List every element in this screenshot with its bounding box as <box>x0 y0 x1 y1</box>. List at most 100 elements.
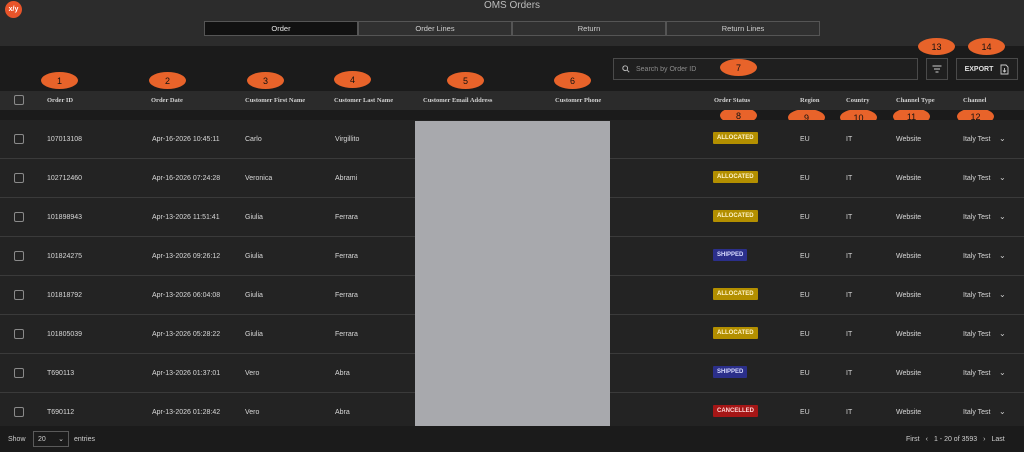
column-header-last-name[interactable]: Customer Last Name <box>334 97 393 104</box>
cell-channel: Italy Test <box>963 331 991 338</box>
last-page-link[interactable]: Last <box>992 436 1005 443</box>
download-icon <box>1000 64 1009 74</box>
row-checkbox[interactable] <box>14 251 24 261</box>
cell-last-name: Ferrara <box>335 292 358 299</box>
chevron-down-icon[interactable]: ⌄ <box>999 212 1006 221</box>
annotation-marker: 5 <box>447 72 484 89</box>
chevron-down-icon[interactable]: ⌄ <box>999 173 1006 182</box>
row-checkbox[interactable] <box>14 329 24 339</box>
row-checkbox[interactable] <box>14 407 24 417</box>
column-header-email[interactable]: Customer Email Address <box>423 97 492 104</box>
cell-order-id: 101824275 <box>47 253 83 260</box>
cell-channel: Italy Test <box>963 175 991 182</box>
column-header-channel-type[interactable]: Channel Type <box>896 97 935 104</box>
cell-order-id: 107013108 <box>47 136 83 143</box>
prev-page-icon[interactable]: ‹ <box>926 436 928 443</box>
row-checkbox[interactable] <box>14 290 24 300</box>
cell-order-date: Apr-16-2026 10:45:11 <box>152 136 220 143</box>
chevron-down-icon[interactable]: ⌄ <box>999 368 1006 377</box>
tab-order[interactable]: Order <box>204 21 358 36</box>
table-header: Order ID Order Date Customer First Name … <box>0 91 1024 110</box>
cell-channel: Italy Test <box>963 292 991 299</box>
column-header-channel[interactable]: Channel <box>963 97 986 104</box>
tab-return-lines[interactable]: Return Lines <box>666 21 820 36</box>
cell-order-id: 102712460 <box>47 175 83 182</box>
page-size-select[interactable]: 20 ⌄ <box>33 431 69 447</box>
cell-order-date: Apr-13-2026 11:51:41 <box>152 214 220 221</box>
status-badge: ALLOCATED <box>713 132 758 144</box>
cell-last-name: Ferrara <box>335 331 358 338</box>
chevron-down-icon[interactable]: ⌄ <box>999 251 1006 260</box>
tab-order-lines[interactable]: Order Lines <box>358 21 512 36</box>
status-badge: ALLOCATED <box>713 327 758 339</box>
cell-first-name: Veronica <box>245 175 273 182</box>
next-page-icon[interactable]: › <box>983 436 985 443</box>
cell-channel-type: Website <box>896 292 922 299</box>
status-badge: CANCELLED <box>713 405 758 417</box>
cell-channel-type: Website <box>896 370 922 377</box>
cell-last-name: Ferrara <box>335 214 358 221</box>
page-range: 1 - 20 of 3593 <box>933 436 978 443</box>
row-checkbox[interactable] <box>14 173 24 183</box>
cell-first-name: Vero <box>245 370 260 377</box>
column-header-order-status[interactable]: Order Status <box>714 97 750 104</box>
cell-country: IT <box>846 292 853 299</box>
annotation-marker: 1 <box>41 72 78 89</box>
cell-region: EU <box>800 214 810 221</box>
status-badge: ALLOCATED <box>713 288 758 300</box>
cell-first-name: Carlo <box>245 136 262 143</box>
chevron-down-icon[interactable]: ⌄ <box>999 329 1006 338</box>
entries-label: entries <box>74 436 96 443</box>
cell-order-id: 101898943 <box>47 214 83 221</box>
cell-channel-type: Website <box>896 409 922 416</box>
cell-order-id: T690113 <box>47 370 75 377</box>
column-header-order-date[interactable]: Order Date <box>151 97 183 104</box>
row-checkbox[interactable] <box>14 212 24 222</box>
tab-return[interactable]: Return <box>512 21 666 36</box>
cell-last-name: Abra <box>335 409 350 416</box>
cell-country: IT <box>846 409 853 416</box>
search-input[interactable] <box>636 65 896 73</box>
cell-country: IT <box>846 253 853 260</box>
cell-first-name: Giulia <box>245 331 263 338</box>
row-checkbox[interactable] <box>14 134 24 144</box>
status-badge: SHIPPED <box>713 249 748 261</box>
chevron-down-icon: ⌄ <box>58 436 64 443</box>
cell-region: EU <box>800 292 810 299</box>
cell-region: EU <box>800 136 810 143</box>
row-checkbox[interactable] <box>14 368 24 378</box>
cell-region: EU <box>800 175 810 182</box>
chevron-down-icon[interactable]: ⌄ <box>999 134 1006 143</box>
filter-button[interactable] <box>926 58 948 80</box>
chevron-down-icon[interactable]: ⌄ <box>999 407 1006 416</box>
status-badge: SHIPPED <box>713 366 748 378</box>
cell-channel-type: Website <box>896 214 922 221</box>
cell-country: IT <box>846 175 853 182</box>
cell-channel-type: Website <box>896 331 922 338</box>
chevron-down-icon[interactable]: ⌄ <box>999 290 1006 299</box>
select-all-checkbox[interactable] <box>14 95 24 105</box>
column-header-phone[interactable]: Customer Phone <box>555 97 601 104</box>
cell-channel: Italy Test <box>963 409 991 416</box>
cell-region: EU <box>800 253 810 260</box>
cell-last-name: Abrami <box>335 175 358 182</box>
cell-order-date: Apr-13-2026 05:28:22 <box>152 331 221 338</box>
first-page-link[interactable]: First <box>906 436 920 443</box>
annotation-marker: 4 <box>334 71 371 88</box>
cell-order-date: Apr-13-2026 01:28:42 <box>152 409 221 416</box>
cell-first-name: Giulia <box>245 292 263 299</box>
redacted-block <box>415 121 610 426</box>
export-button[interactable]: EXPORT <box>956 58 1018 80</box>
cell-first-name: Giulia <box>245 253 263 260</box>
cell-region: EU <box>800 409 810 416</box>
cell-channel-type: Website <box>896 175 922 182</box>
search-bar[interactable] <box>613 58 918 80</box>
column-header-order-id[interactable]: Order ID <box>47 97 73 104</box>
cell-last-name: Virgillito <box>335 136 360 143</box>
cell-first-name: Giulia <box>245 214 263 221</box>
top-bar: x/y OMS Orders Order Order Lines Return … <box>0 0 1024 46</box>
column-header-country[interactable]: Country <box>846 97 869 104</box>
column-header-region[interactable]: Region <box>800 97 820 104</box>
cell-channel: Italy Test <box>963 136 991 143</box>
column-header-first-name[interactable]: Customer First Name <box>245 97 305 104</box>
